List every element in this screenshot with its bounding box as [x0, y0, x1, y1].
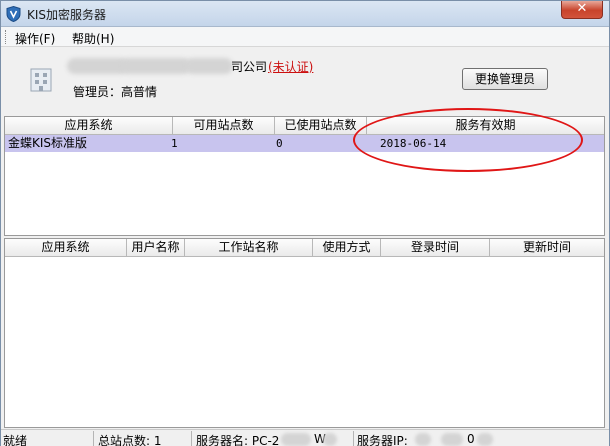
menu-help[interactable]: 帮助(H)	[72, 30, 114, 47]
column-header[interactable]: 登录时间	[381, 239, 490, 257]
close-button[interactable]: ✕	[561, 1, 603, 19]
column-header[interactable]: 应用系统	[5, 239, 127, 257]
column-header[interactable]: 工作站名称	[185, 239, 313, 257]
column-header[interactable]: 可用站点数	[173, 117, 275, 135]
status-bar: 就绪 总站点数: 1 服务器名: PC-2 W 服务器IP: 0	[1, 429, 609, 446]
shield-app-icon	[6, 6, 21, 22]
highlight-ellipse	[353, 108, 583, 172]
redacted-blur	[441, 433, 463, 446]
status-ready: 就绪	[3, 434, 28, 446]
status-separator	[93, 431, 94, 446]
status-server-ip-tail: 0	[467, 432, 475, 446]
redacted-blur	[477, 433, 493, 446]
toolbar-grip[interactable]	[5, 30, 8, 44]
window-title: KIS加密服务器	[27, 8, 107, 22]
column-header[interactable]: 已使用站点数	[275, 117, 367, 135]
close-icon: ✕	[576, 1, 588, 16]
status-server-name: 服务器名: PC-2	[196, 434, 280, 446]
status-separator	[191, 431, 192, 446]
column-header[interactable]: 使用方式	[313, 239, 381, 257]
menu-bar: 操作(F) 帮助(H)	[1, 27, 609, 47]
status-separator	[353, 431, 354, 446]
building-icon	[30, 68, 52, 92]
status-total-sites: 总站点数: 1	[98, 434, 162, 446]
cell-system: 金蝶KIS标准版	[8, 136, 88, 150]
change-administrator-button[interactable]: 更换管理员	[462, 68, 548, 90]
app-window: KIS加密服务器 ✕ 操作(F) 帮助(H) 司公司 (未认证) 管理员：高普情…	[0, 0, 610, 446]
column-header[interactable]: 应用系统	[5, 117, 173, 135]
company-name: 司公司 (未认证)	[67, 58, 329, 76]
administrator-label: 管理员：高普情	[73, 85, 158, 99]
cell-available: 1	[171, 137, 178, 150]
certification-status-link[interactable]: (未认证)	[268, 58, 313, 75]
redacted-blur	[323, 433, 337, 446]
cell-used: 0	[276, 137, 283, 150]
redacted-blur	[415, 433, 431, 446]
redacted-blur	[67, 58, 129, 74]
redacted-blur	[121, 58, 191, 74]
session-table[interactable]: 应用系统 用户名称 工作站名称 使用方式 登录时间 更新时间	[4, 238, 605, 428]
title-bar[interactable]: KIS加密服务器 ✕	[1, 1, 609, 27]
session-table-header: 应用系统 用户名称 工作站名称 使用方式 登录时间 更新时间	[5, 239, 604, 257]
column-header[interactable]: 更新时间	[490, 239, 604, 257]
redacted-blur	[185, 58, 233, 74]
redacted-blur	[281, 433, 311, 446]
company-suffix: 司公司	[231, 60, 268, 74]
menu-operation[interactable]: 操作(F)	[15, 30, 55, 47]
status-server-ip: 服务器IP:	[357, 434, 408, 446]
column-header[interactable]: 用户名称	[127, 239, 185, 257]
